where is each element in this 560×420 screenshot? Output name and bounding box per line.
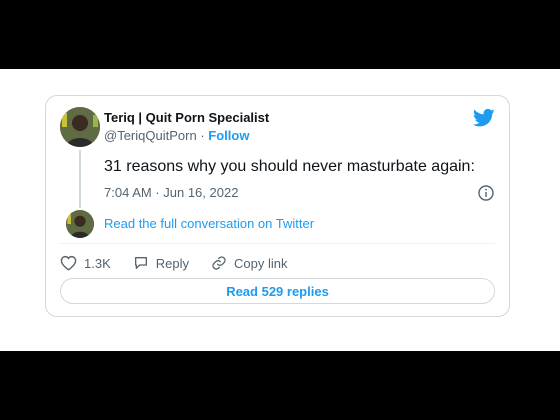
embed-stage: Teriq | Quit Porn Specialist @TeriqQuitP… xyxy=(0,69,560,351)
divider xyxy=(60,243,495,244)
tweet-card: Teriq | Quit Porn Specialist @TeriqQuitP… xyxy=(45,95,510,317)
author-handle[interactable]: @TeriqQuitPorn xyxy=(104,128,197,143)
author-name[interactable]: Teriq | Quit Porn Specialist xyxy=(104,110,269,125)
thread-connector xyxy=(79,150,81,208)
read-replies-button[interactable]: Read 529 replies xyxy=(60,278,495,304)
thread-avatar xyxy=(66,210,94,238)
author-avatar[interactable] xyxy=(60,107,100,147)
twitter-bird-icon[interactable] xyxy=(472,108,495,128)
follow-button[interactable]: Follow xyxy=(208,128,249,143)
speech-bubble-icon xyxy=(134,257,147,269)
like-count: 1.3K xyxy=(84,255,111,271)
info-icon[interactable] xyxy=(478,185,494,201)
copy-link-action[interactable]: Copy link xyxy=(211,255,287,271)
heart-icon xyxy=(60,255,77,271)
link-icon xyxy=(212,256,226,270)
action-bar: 1.3K Reply Copy link xyxy=(60,253,309,273)
copy-link-label: Copy link xyxy=(234,255,288,271)
handle-separator: · xyxy=(200,128,205,143)
author-handle-line: @TeriqQuitPorn · Follow xyxy=(104,128,249,143)
tweet-timestamp[interactable]: 7:04 AM · Jun 16, 2022 xyxy=(104,185,238,200)
like-action[interactable]: 1.3K xyxy=(60,255,111,271)
read-conversation-link[interactable]: Read the full conversation on Twitter xyxy=(104,216,314,231)
tweet-text: 31 reasons why you should never masturba… xyxy=(104,158,475,175)
reply-label: Reply xyxy=(155,255,189,271)
reply-action[interactable]: Reply xyxy=(133,255,189,271)
